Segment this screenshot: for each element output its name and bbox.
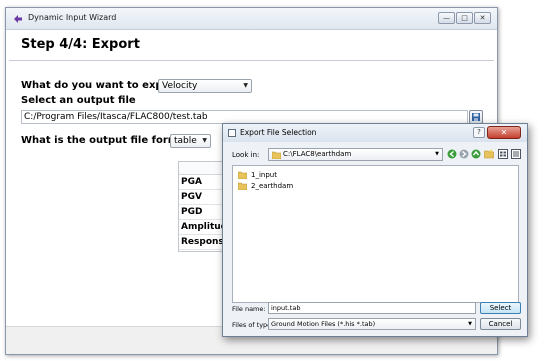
window-title: Dynamic Input Wizard (28, 13, 117, 22)
files-of-type-value: Ground Motion Files (*.his *.tab) (271, 320, 376, 328)
floppy-disk-icon (472, 113, 480, 121)
cancel-button[interactable]: Cancel (480, 318, 521, 330)
output-file-label: Select an output file (21, 95, 136, 106)
dialog-close-button[interactable]: ✕ (487, 126, 521, 139)
file-name-input[interactable]: input.tab (268, 302, 476, 314)
dialog-window-icon (228, 129, 236, 137)
look-in-value: C:\FLAC8\earthdam (283, 150, 352, 158)
chevron-down-icon: ▼ (435, 151, 439, 157)
export-file-dialog: Export File Selection ? ✕ Look in: C:\FL… (222, 123, 528, 337)
folder-icon (272, 151, 281, 159)
app-arrow-icon (14, 15, 22, 23)
new-folder-icon[interactable] (484, 149, 494, 159)
minimize-button[interactable]: — (438, 12, 455, 24)
output-file-input[interactable]: C:/Program Files/Itasca/FLAC800/test.tab (21, 110, 468, 124)
export-type-value: Velocity (162, 81, 198, 91)
file-list[interactable]: 1_input 2_earthdam (232, 165, 519, 303)
dialog-title: Export File Selection (240, 128, 317, 137)
browse-save-button[interactable] (469, 110, 483, 124)
format-select[interactable]: table ▼ (170, 134, 211, 148)
forward-icon[interactable] (459, 149, 469, 159)
folder-icon (238, 182, 247, 190)
help-button[interactable]: ? (473, 127, 485, 138)
back-icon[interactable] (447, 149, 457, 159)
close-button[interactable]: ✕ (474, 12, 491, 24)
chevron-down-icon: ▼ (468, 321, 472, 327)
file-name: 1_input (251, 171, 277, 179)
look-in-select[interactable]: C:\FLAC8\earthdam ▼ (268, 148, 443, 161)
dialog-titlebar[interactable]: Export File Selection ? ✕ (223, 124, 527, 142)
chevron-down-icon: ▼ (243, 82, 248, 89)
detail-view-icon[interactable] (511, 149, 521, 159)
file-name: 2_earthdam (251, 182, 294, 190)
file-name-label: File name: (232, 305, 266, 313)
list-item[interactable]: 2_earthdam (238, 181, 293, 191)
list-item[interactable]: 1_input (238, 170, 277, 180)
export-type-select[interactable]: Velocity ▼ (158, 79, 252, 93)
wizard-titlebar[interactable]: Dynamic Input Wizard — □ ✕ (6, 8, 497, 30)
format-value: table (174, 136, 197, 146)
list-view-icon[interactable] (498, 149, 508, 159)
folder-icon (238, 171, 247, 179)
divider (9, 60, 494, 61)
chevron-down-icon: ▼ (202, 137, 207, 144)
look-in-label: Look in: (232, 151, 260, 159)
maximize-button[interactable]: □ (456, 12, 473, 24)
files-of-type-select[interactable]: Ground Motion Files (*.his *.tab) ▼ (268, 318, 476, 330)
step-title: Step 4/4: Export (21, 37, 140, 52)
up-folder-icon[interactable] (471, 149, 481, 159)
select-button[interactable]: Select (480, 302, 521, 314)
